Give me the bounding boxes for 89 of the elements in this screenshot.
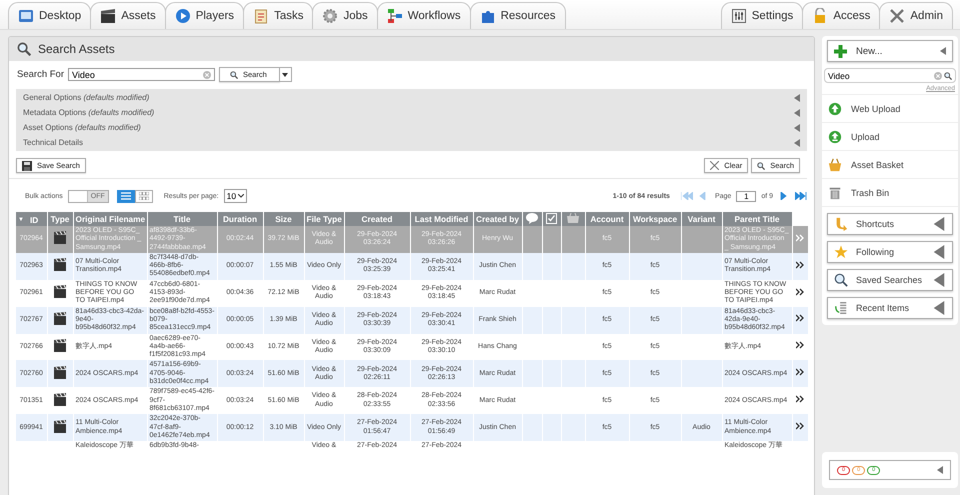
nav-tab[interactable]: Access bbox=[802, 2, 880, 29]
clapperboard-icon bbox=[53, 285, 67, 298]
sidebar-section-button[interactable]: Saved Searches bbox=[827, 269, 953, 291]
column-header[interactable] bbox=[561, 212, 585, 226]
workflow-icon bbox=[388, 9, 402, 23]
upload-icon bbox=[828, 102, 842, 115]
option-header[interactable]: Technical Details bbox=[23, 138, 84, 147]
nav-tab[interactable]: Players bbox=[164, 2, 244, 29]
caret-icon bbox=[238, 194, 244, 198]
chevron-icon[interactable] bbox=[796, 422, 804, 430]
search-icon bbox=[944, 72, 952, 80]
settings-icon bbox=[732, 9, 746, 23]
clapperboard-icon bbox=[53, 420, 67, 433]
recent-list-icon bbox=[835, 302, 847, 314]
dropdown-button[interactable] bbox=[280, 67, 292, 82]
sidebar-action[interactable]: Trash Bin bbox=[822, 178, 958, 206]
upload-icon bbox=[828, 130, 842, 143]
results-per-page-select[interactable]: 10 bbox=[224, 189, 248, 203]
nav-tab[interactable]: Tasks bbox=[243, 2, 314, 29]
search-icon bbox=[17, 42, 31, 56]
option-header[interactable]: Asset Options (defaults modified) bbox=[23, 123, 141, 132]
clapperboard-icon bbox=[53, 231, 67, 244]
clapperboard-icon bbox=[53, 312, 67, 325]
close-icon bbox=[710, 161, 720, 170]
nav-tab[interactable]: Settings bbox=[720, 2, 804, 29]
nav-tab[interactable]: Admin bbox=[879, 2, 953, 29]
panel-title: Search Assets bbox=[38, 42, 115, 56]
star-icon bbox=[834, 245, 848, 258]
play-icon bbox=[176, 9, 190, 23]
nav-tab[interactable]: Resources bbox=[470, 2, 566, 29]
basket-icon bbox=[828, 158, 842, 171]
expand-icon bbox=[932, 245, 946, 259]
expand-icon bbox=[932, 301, 946, 315]
chevron-icon[interactable] bbox=[796, 341, 804, 350]
comment-icon bbox=[526, 212, 538, 224]
option-header[interactable]: General Options (defaults modified) bbox=[23, 93, 150, 102]
basket-icon bbox=[567, 213, 579, 224]
nav-tab[interactable]: Workflows bbox=[376, 2, 471, 29]
nav-tab[interactable]: Assets bbox=[90, 2, 166, 29]
search-field[interactable]: Video bbox=[68, 68, 215, 81]
plus-icon bbox=[834, 44, 847, 58]
sidebar-action[interactable]: Upload bbox=[822, 122, 958, 150]
chevron-icon[interactable] bbox=[796, 395, 804, 404]
clapperboard-icon bbox=[53, 366, 67, 379]
gear-icon bbox=[323, 9, 338, 23]
nav-tab[interactable]: Desktop bbox=[8, 2, 92, 29]
chevron-icon[interactable] bbox=[796, 260, 804, 269]
grid-icon bbox=[138, 192, 149, 200]
nav-tab[interactable]: Jobs bbox=[312, 2, 378, 29]
clapperboard-icon bbox=[53, 392, 67, 406]
search-label: Search For bbox=[17, 69, 64, 80]
padlock-icon bbox=[815, 8, 826, 23]
checkbox-icon bbox=[546, 212, 557, 224]
clapperboard-icon bbox=[53, 338, 67, 352]
list-icon bbox=[120, 192, 131, 200]
desktop-icon bbox=[19, 10, 33, 22]
search-icon bbox=[834, 274, 848, 287]
clapperboard-icon bbox=[101, 9, 116, 23]
column-label: ID bbox=[30, 216, 38, 224]
list-view-button[interactable] bbox=[116, 190, 135, 202]
expand-icon bbox=[932, 217, 946, 231]
grid-view-button[interactable] bbox=[134, 190, 153, 202]
search-icon bbox=[230, 70, 238, 78]
last-page-icon[interactable] bbox=[795, 192, 807, 200]
expand-icon bbox=[937, 466, 943, 474]
trash-icon bbox=[830, 187, 840, 199]
chevron-icon[interactable] bbox=[796, 368, 804, 376]
expand-icon bbox=[932, 273, 946, 287]
curved-arrow-icon bbox=[836, 218, 848, 231]
clear-icon[interactable] bbox=[203, 70, 211, 78]
new-button[interactable]: New... bbox=[827, 40, 953, 62]
clear-icon[interactable] bbox=[934, 72, 942, 80]
sidebar-search-field[interactable]: Video bbox=[824, 68, 956, 83]
caret-icon bbox=[282, 72, 288, 76]
clapperboard-icon bbox=[53, 258, 67, 272]
sidebar-action[interactable]: Web Upload bbox=[822, 94, 958, 122]
search-icon bbox=[757, 162, 766, 170]
clipboard-icon bbox=[255, 10, 268, 24]
column-header[interactable] bbox=[522, 212, 542, 226]
column-header[interactable] bbox=[542, 212, 561, 226]
option-header[interactable]: Metadata Options (defaults modified) bbox=[23, 108, 154, 117]
expand-icon bbox=[940, 47, 946, 55]
sidebar-section-button[interactable]: Recent Items bbox=[827, 297, 953, 319]
sidebar-action[interactable]: Asset Basket bbox=[822, 150, 958, 178]
sidebar-section-button[interactable]: Following bbox=[827, 241, 953, 263]
sidebar-section-button[interactable]: Shortcuts bbox=[827, 213, 953, 235]
page-field[interactable]: 1 bbox=[736, 190, 756, 202]
chevron-icon[interactable] bbox=[796, 314, 804, 322]
chevron-icon[interactable] bbox=[796, 288, 804, 296]
